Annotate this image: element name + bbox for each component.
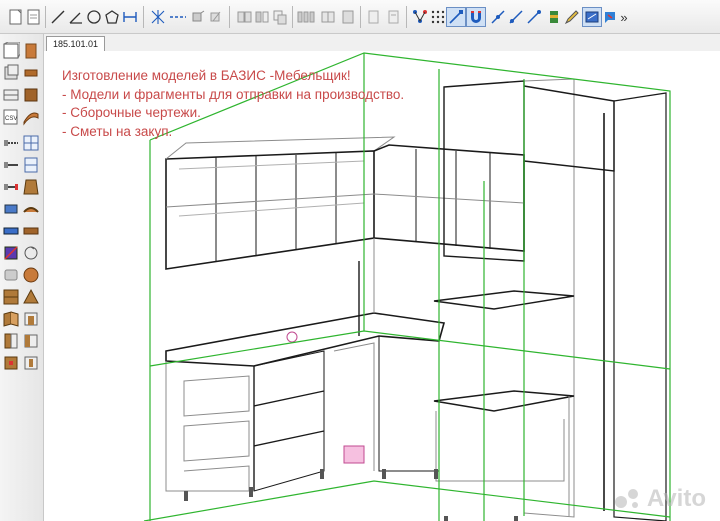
shelf-group-icon[interactable]	[2, 288, 20, 306]
group-icon[interactable]	[318, 7, 338, 27]
shelf-icon[interactable]	[2, 86, 20, 104]
cut-icon[interactable]	[2, 244, 20, 262]
offset-icon[interactable]	[188, 7, 208, 27]
screw-icon[interactable]	[2, 134, 20, 152]
magnet-snap-icon[interactable]	[466, 7, 486, 27]
document-tab-bar: 185.101.01	[44, 34, 720, 52]
open-document-icon[interactable]	[24, 7, 44, 27]
tangent-icon[interactable]	[506, 7, 526, 27]
avito-watermark: Avito	[613, 485, 706, 513]
center-snap-icon[interactable]	[524, 7, 544, 27]
new-document-icon[interactable]	[6, 7, 26, 27]
fastener-icon[interactable]	[2, 156, 20, 174]
curved-panel-icon[interactable]	[22, 108, 40, 126]
toolbar-overflow-button[interactable]: »	[614, 7, 634, 27]
3d-viewport[interactable]: Изготовление моделей в БАЗИС -Мебельщик!…	[44, 51, 720, 521]
tall-cabinet-column	[433, 78, 667, 521]
cabinet-icon[interactable]	[2, 41, 21, 60]
promo-text-overlay: Изготовление моделей в БАЗИС -Мебельщик!…	[62, 67, 404, 141]
promo-line-drawings: - Сборочные чертежи.	[62, 105, 201, 120]
handle-icon[interactable]	[22, 354, 40, 372]
open-cabinet-icon[interactable]	[22, 310, 40, 328]
countertop-icon[interactable]	[2, 222, 20, 240]
avito-logo-icon	[614, 489, 638, 508]
cabinet-legs	[184, 469, 518, 521]
hardware-icon[interactable]	[2, 200, 20, 218]
perpendicular-icon[interactable]	[488, 7, 508, 27]
csv-export-icon[interactable]: CSV	[2, 108, 20, 126]
promo-line-title: Изготовление моделей в БАЗИС -Мебельщик!	[62, 68, 351, 83]
array-icon[interactable]	[296, 7, 316, 27]
panel-icon[interactable]	[338, 7, 358, 27]
facade-icon[interactable]	[22, 178, 40, 196]
properties-icon[interactable]	[384, 7, 404, 27]
mirror-icon[interactable]	[252, 7, 272, 27]
copy-icon[interactable]	[270, 7, 290, 27]
back-panel-icon[interactable]	[22, 332, 40, 350]
sphere-icon[interactable]	[22, 266, 40, 284]
shape-icon[interactable]	[2, 266, 20, 284]
dimension-tool-icon[interactable]	[120, 7, 140, 27]
pencil-icon[interactable]	[562, 7, 582, 27]
promo-line-models: - Модели и фрагменты для отправки на про…	[62, 86, 405, 102]
angle-tool-icon[interactable]	[66, 7, 86, 27]
snap-points-icon[interactable]	[410, 7, 430, 27]
panel-create-icon[interactable]	[22, 42, 40, 60]
view-3d-icon[interactable]	[582, 7, 602, 27]
accessory-icon[interactable]	[2, 354, 20, 372]
corner-cabinet-icon[interactable]	[2, 310, 20, 328]
lower-cabinets	[165, 238, 446, 492]
dowel-icon[interactable]	[2, 178, 20, 196]
polygon-tool-icon[interactable]	[102, 7, 122, 27]
document-tab[interactable]: 185.101.01	[46, 36, 106, 52]
promo-line-estimates: - Сметы на закуп.	[62, 123, 173, 139]
watermark-text: Avito	[646, 485, 706, 512]
layer-icon[interactable]	[364, 7, 384, 27]
line-tool-icon[interactable]	[48, 7, 68, 27]
pyramid-icon[interactable]	[22, 288, 40, 306]
vertex-snap-icon[interactable]	[446, 7, 466, 27]
stack-icon[interactable]	[2, 64, 20, 82]
rotate-icon[interactable]	[22, 244, 40, 262]
construction-lines-icon[interactable]	[148, 7, 168, 27]
grid-snap-icon[interactable]	[428, 7, 448, 27]
svg-text:CSV: CSV	[5, 116, 17, 122]
left-toolbar: CSV	[0, 34, 44, 521]
drawer-icon[interactable]	[22, 156, 40, 174]
upper-wall-cabinets	[165, 136, 525, 270]
main-toolbar: »	[0, 0, 720, 34]
circle-tool-icon[interactable]	[84, 7, 104, 27]
worktop-icon[interactable]	[22, 222, 40, 240]
dashed-line-icon[interactable]	[168, 7, 188, 27]
profile-icon[interactable]	[22, 200, 40, 218]
material-icon[interactable]	[544, 7, 564, 27]
grid-panel-icon[interactable]	[22, 134, 40, 152]
trim-icon[interactable]	[206, 7, 226, 27]
move-icon[interactable]	[234, 7, 254, 27]
edge-icon[interactable]	[22, 64, 40, 82]
box-icon[interactable]	[22, 86, 40, 104]
side-panel-icon[interactable]	[2, 332, 20, 350]
